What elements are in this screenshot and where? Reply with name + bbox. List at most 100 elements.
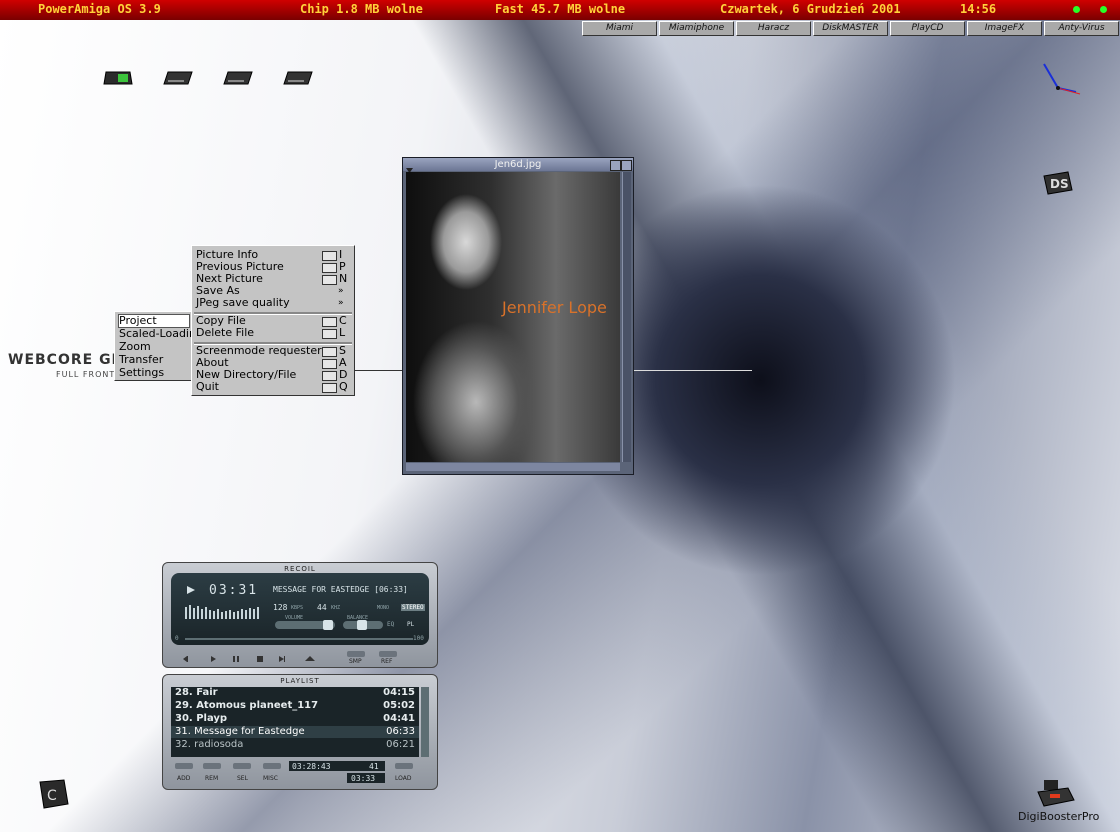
add-button[interactable]	[175, 763, 193, 769]
jpeg-photo: Jennifer Lope	[406, 172, 620, 462]
track-duration: 04:15	[383, 687, 415, 698]
playlist-toggle-button[interactable]: PL	[407, 621, 414, 628]
playlist-scrollbar[interactable]	[421, 687, 429, 757]
amiga-key-icon	[322, 317, 337, 327]
top-status-bar: PowerAmiga OS 3.9 Chip 1.8 MB wolne Fast…	[0, 0, 1120, 20]
balance-knob[interactable]	[357, 620, 367, 630]
hard-drive-icon[interactable]	[222, 68, 254, 88]
fast-memory: Fast 45.7 MB wolne	[495, 2, 626, 16]
app-button-playcd[interactable]: PlayCD	[890, 21, 965, 36]
playlist-title: PLAYLIST	[280, 677, 320, 685]
misc-label: MISC	[263, 775, 278, 782]
ref-button[interactable]	[379, 651, 397, 657]
led-indicator-1	[1073, 6, 1080, 13]
vertical-scrollbar[interactable]	[622, 172, 631, 462]
amiga-key-icon	[322, 371, 337, 381]
track-duration: 06:33	[386, 726, 415, 737]
amiga-key-icon	[322, 383, 337, 393]
track-name: 28. Fair	[175, 687, 218, 698]
track-duration: 05:02	[383, 700, 415, 711]
project-menu: Project Scaled-Loadin Zoom Transfer Sett…	[114, 311, 196, 381]
playlist-row[interactable]: 32. radiosoda 06:21	[171, 739, 419, 751]
zoom-icon[interactable]	[610, 160, 621, 171]
playlist-window[interactable]: PLAYLIST 28. Fair 04:15 29. Atomous plan…	[162, 674, 438, 790]
audio-player-window[interactable]: RECOIL 03:31 MESSAGE FOR EASTEDGE [06:33…	[162, 562, 438, 668]
add-label: ADD	[177, 775, 191, 782]
select-button[interactable]	[233, 763, 251, 769]
seek-min-label: 0	[175, 635, 179, 642]
depth-icon[interactable]	[621, 160, 632, 171]
bitrate-value: 128	[273, 603, 288, 612]
samplerate-value: 44	[317, 603, 327, 612]
image-viewer-window[interactable]: Jen6d.jpg Jennifer Lope	[402, 157, 634, 475]
spectrum-analyzer	[185, 605, 259, 619]
transport-controls[interactable]	[183, 655, 323, 663]
track-title: MESSAGE FOR EASTEDGE [06:33]	[273, 585, 408, 594]
menu-item-transfer[interactable]: Transfer	[119, 354, 163, 366]
disk-snapshot-icon[interactable]: DS	[1040, 168, 1076, 198]
digibooster-icon[interactable]	[1036, 778, 1076, 808]
amiga-key-icon	[322, 347, 337, 357]
date-display: Czwartek, 6 Grudzień 2001	[720, 2, 901, 16]
playlist-elapsed-time: 03:33	[351, 774, 376, 783]
menu-item-project[interactable]: Project	[118, 314, 190, 328]
remove-button[interactable]	[203, 763, 221, 769]
seek-bar[interactable]	[185, 638, 413, 640]
smp-button[interactable]	[347, 651, 365, 657]
track-name: 29. Atomous planeet_117	[175, 700, 319, 711]
submenu-arrow-icon: »	[338, 298, 344, 308]
remove-label: REM	[205, 775, 219, 782]
menu-item-scaled-loading[interactable]: Scaled-Loadin	[119, 328, 196, 340]
shell-icon[interactable]: C	[36, 778, 72, 810]
load-button[interactable]	[395, 763, 413, 769]
menu-item-quit[interactable]: Quit	[196, 381, 219, 393]
digibooster-label[interactable]: DigiBoosterPro	[1018, 810, 1099, 823]
amiga-key-icon	[322, 263, 337, 273]
clock-icon	[1043, 63, 1081, 95]
led-indicator-2	[1100, 6, 1107, 13]
bitrate-unit: KBPS	[291, 605, 304, 611]
menu-item-settings[interactable]: Settings	[119, 367, 164, 379]
playlist-row[interactable]: 28. Fair 04:15	[171, 687, 419, 699]
player-title: RECOIL	[284, 565, 316, 573]
misc-button[interactable]	[263, 763, 281, 769]
ram-disk-icon[interactable]	[102, 68, 134, 88]
track-name: 32. radiosoda	[175, 739, 244, 750]
track-name: 30. Playp	[175, 713, 228, 724]
playlist-row[interactable]: 29. Atomous planeet_117 05:02	[171, 700, 419, 712]
playlist-row-current[interactable]: 31. Message for Eastedge 06:33	[171, 726, 419, 738]
window-title[interactable]: Jen6d.jpg	[403, 158, 633, 171]
track-name: 31. Message for Eastedge	[175, 726, 305, 737]
player-display: 03:31 MESSAGE FOR EASTEDGE [06:33] 128 K…	[171, 573, 429, 645]
submenu-arrow-icon: »	[338, 286, 344, 296]
seek-max-label: 100	[413, 635, 424, 642]
app-button-miamiphone[interactable]: Miamiphone	[659, 21, 734, 36]
os-title: PowerAmiga OS 3.9	[38, 2, 161, 16]
playlist-list[interactable]: 28. Fair 04:15 29. Atomous planeet_117 0…	[171, 687, 419, 757]
app-button-imagefx[interactable]: ImageFX	[967, 21, 1042, 36]
volume-knob[interactable]	[323, 620, 333, 630]
svg-text:C: C	[47, 788, 57, 804]
hard-drive-icon[interactable]	[162, 68, 194, 88]
hard-drive-icon[interactable]	[282, 68, 314, 88]
menu-item-jpeg-save-quality[interactable]: JPeg save quality	[196, 297, 290, 309]
app-button-diskmaster[interactable]: DiskMASTER	[813, 21, 888, 36]
app-launcher-bar: Miami Miamiphone Haracz DiskMASTER PlayC…	[582, 21, 1120, 36]
photo-caption: Jennifer Lope	[502, 298, 607, 317]
elapsed-time: 03:31	[209, 583, 259, 598]
horizontal-scrollbar[interactable]	[406, 463, 620, 471]
shortcut-key: L	[339, 326, 346, 339]
smp-label: SMP	[349, 658, 362, 665]
close-icon[interactable]	[405, 160, 414, 173]
eq-button[interactable]: EQ	[387, 621, 394, 628]
webcore-logo-subtitle: FULL FRONT	[56, 370, 116, 379]
playlist-row[interactable]: 30. Playp 04:41	[171, 713, 419, 725]
menu-item-zoom[interactable]: Zoom	[119, 341, 151, 353]
app-button-haracz[interactable]: Haracz	[736, 21, 811, 36]
app-button-anty-virus[interactable]: Anty-Virus	[1044, 21, 1119, 36]
app-button-miami[interactable]: Miami	[582, 21, 657, 36]
track-duration: 06:21	[386, 739, 415, 750]
menu-item-delete-file[interactable]: Delete File	[196, 327, 254, 339]
playlist-count: 41	[369, 762, 379, 771]
amiga-key-icon	[322, 329, 337, 339]
